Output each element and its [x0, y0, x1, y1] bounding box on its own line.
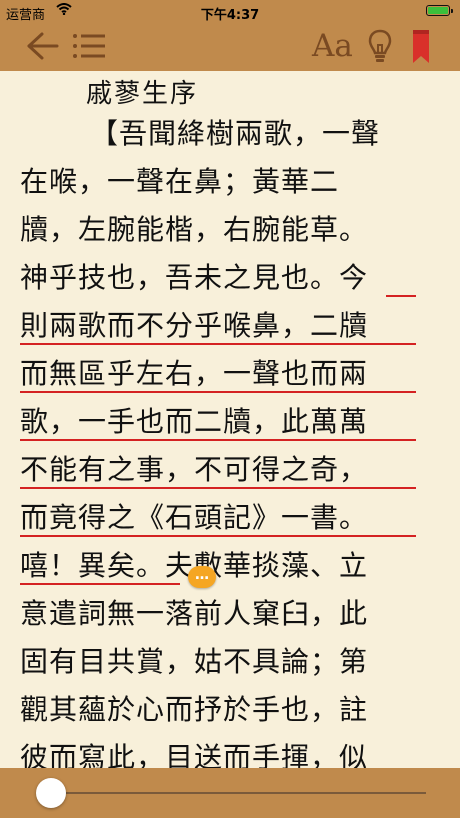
highlight-underline: [20, 391, 416, 393]
clock: 下午4:37: [200, 8, 260, 23]
text-line: 彼而寫此，目送而手揮，似: [20, 741, 369, 768]
progress-slider-track[interactable]: [48, 792, 426, 794]
back-arrow-icon[interactable]: [24, 30, 60, 66]
highlight-underline: [386, 295, 416, 297]
text-line: 意遣詞無一落前人窠臼，此: [20, 597, 369, 630]
text-line: 而無區乎左右，一聲也而兩: [20, 357, 369, 390]
text-line: 歌，一手也而二牘，此萬萬: [20, 405, 369, 438]
highlight-underline: [20, 535, 416, 537]
text-line: 而竟得之《石頭記》一書。: [20, 501, 369, 534]
font-size-button[interactable]: Aa: [312, 26, 353, 66]
reading-area[interactable]: 戚蓼生序 【吾聞絳樹兩歌，一聲 在喉，一聲在鼻；黃華二 牘，左腕能楷，右腕能草。…: [0, 71, 460, 768]
text-line: 不能有之事，不可得之奇，: [20, 453, 369, 486]
text-line: 神乎技也，吾未之見也。今: [20, 261, 369, 294]
section-title: 戚蓼生序: [86, 79, 199, 109]
text-line: 【吾聞絳樹兩歌，一聲: [90, 117, 381, 150]
highlight-underline: [20, 343, 416, 345]
text-line: 牘，左腕能楷，右腕能草。: [20, 213, 369, 246]
progress-bar: [0, 768, 460, 818]
text-line: 觀其蘊於心而抒於手也，註: [20, 693, 369, 726]
note-marker-icon[interactable]: …: [188, 566, 216, 588]
reader-toolbar: Aa: [0, 22, 460, 71]
highlight-underline: [20, 439, 416, 441]
battery-icon: [426, 5, 453, 16]
list-icon[interactable]: [72, 30, 106, 66]
bookmark-icon[interactable]: [410, 28, 432, 70]
lightbulb-icon[interactable]: [367, 28, 393, 70]
highlight-underline: [20, 487, 416, 489]
status-bar: 运营商 下午4:37: [0, 0, 460, 23]
text-line: 固有目共賞，姑不具論；第: [20, 645, 369, 678]
progress-slider-thumb[interactable]: [36, 778, 66, 808]
text-line: 則兩歌而不分乎喉鼻，二牘: [20, 309, 369, 342]
highlight-underline: [20, 583, 180, 585]
text-line: 在喉，一聲在鼻；黃華二: [20, 165, 340, 198]
